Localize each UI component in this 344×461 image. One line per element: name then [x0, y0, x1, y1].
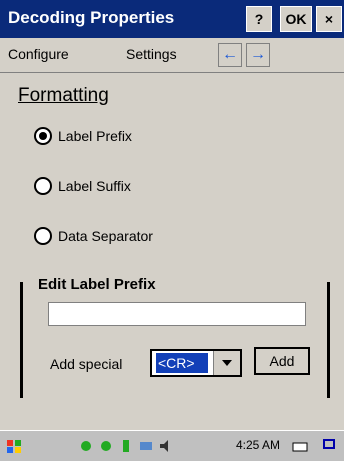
- menu-configure[interactable]: Configure: [8, 46, 69, 62]
- radio-button-icon[interactable]: [34, 227, 52, 245]
- menu-settings[interactable]: Settings: [126, 46, 177, 62]
- chevron-down-icon[interactable]: [213, 351, 240, 375]
- close-button[interactable]: ×: [316, 6, 342, 32]
- combo-selected-value: <CR>: [156, 353, 208, 373]
- title-bar: Decoding Properties ? OK ×: [0, 0, 344, 38]
- network-icon: [101, 441, 111, 451]
- edit-group-label: Edit Label Prefix: [34, 276, 160, 293]
- formatting-heading: Formatting: [18, 85, 109, 106]
- taskbar: 4:25 AM: [0, 430, 344, 461]
- keyboard-icon[interactable]: [292, 438, 308, 454]
- left-arrow-icon: ←: [222, 46, 238, 63]
- network-icon: [81, 441, 91, 451]
- radio-button-icon[interactable]: [34, 127, 52, 145]
- radio-label-suffix[interactable]: Label Suffix: [34, 177, 131, 195]
- forward-button[interactable]: →: [246, 43, 270, 67]
- window-switch-icon[interactable]: [322, 438, 338, 454]
- battery-icon: [123, 440, 129, 452]
- special-char-combo[interactable]: <CR>: [150, 349, 242, 377]
- prefix-input[interactable]: [48, 302, 306, 326]
- help-button[interactable]: ?: [246, 6, 272, 32]
- right-arrow-icon: →: [250, 46, 266, 63]
- clock: 4:25 AM: [236, 438, 281, 452]
- window-title: Decoding Properties: [8, 8, 175, 27]
- radio-button-icon[interactable]: [34, 177, 52, 195]
- menu-bar: Configure Settings ← →: [0, 38, 344, 73]
- connection-icon: [140, 442, 152, 450]
- ok-button[interactable]: OK: [280, 6, 312, 32]
- radio-label: Data Separator: [58, 228, 153, 244]
- radio-label: Label Suffix: [58, 178, 131, 194]
- volume-icon: [160, 440, 168, 452]
- radio-label-prefix[interactable]: Label Prefix: [34, 127, 132, 145]
- radio-label: Label Prefix: [58, 128, 132, 144]
- add-special-label: Add special: [50, 356, 123, 372]
- radio-data-separator[interactable]: Data Separator: [34, 227, 153, 245]
- back-button[interactable]: ←: [218, 43, 242, 67]
- add-button[interactable]: Add: [254, 347, 310, 375]
- start-windows-icon[interactable]: [6, 438, 22, 454]
- edit-group-box: [20, 282, 330, 398]
